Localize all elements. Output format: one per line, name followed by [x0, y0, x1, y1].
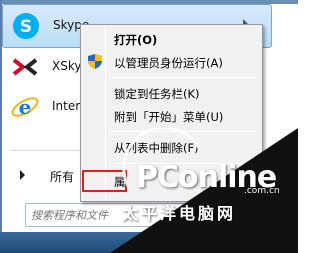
- menu-item-run-as-admin[interactable]: 以管理员身份运行(A): [84, 51, 260, 73]
- xsky-icon: [10, 52, 40, 82]
- internet-explorer-icon: e: [10, 92, 40, 122]
- menu-item-label: 附到「开始」菜单(U): [114, 110, 224, 124]
- skype-icon: S: [11, 11, 41, 41]
- menu-item-pin-taskbar[interactable]: 锁定到任务栏(K): [84, 82, 260, 104]
- menu-item-label: 打开(O): [114, 33, 158, 47]
- program-name: Inter: [52, 99, 81, 113]
- watermark: PConline .com.cn 太平洋电脑网: [110, 128, 298, 253]
- watermark-chinese: 太平洋电脑网: [122, 204, 237, 223]
- menu-item-pin-start[interactable]: 附到「开始」菜单(U): [84, 105, 260, 127]
- menu-item-label: 锁定到任务栏(K): [114, 87, 200, 101]
- menu-item-label: 以管理员身份运行(A): [114, 56, 223, 70]
- uac-shield-icon: [88, 54, 102, 69]
- menu-item-open[interactable]: 打开(O): [84, 28, 260, 50]
- watermark-domain: .com.cn: [244, 186, 280, 196]
- menu-separator: [111, 77, 256, 78]
- svg-text:e: e: [19, 95, 32, 119]
- program-name: XSky: [52, 59, 82, 73]
- svg-text:S: S: [20, 17, 32, 37]
- triangle-right-icon: [20, 170, 25, 180]
- all-programs-label: 所有: [50, 170, 75, 184]
